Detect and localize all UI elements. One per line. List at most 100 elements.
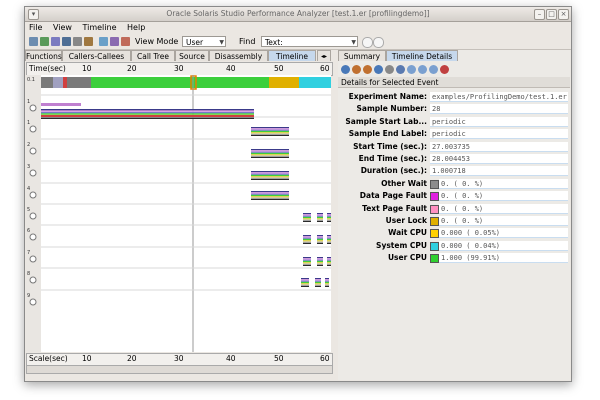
time-ruler: Time(sec) 10 20 30 40 50 60 — [26, 62, 333, 76]
detail-row: Sample Number: 28 — [338, 104, 570, 115]
event-stack-segment — [325, 280, 329, 282]
event-stack-segment — [325, 283, 329, 285]
expand-row-icon[interactable] — [29, 125, 37, 133]
mapping-icon[interactable] — [121, 37, 130, 46]
tab-summary[interactable]: Summary — [338, 50, 386, 61]
tab-source[interactable]: Source — [175, 50, 209, 61]
expand-row-icon[interactable] — [29, 233, 37, 241]
state-value[interactable]: 0. ( 0. %) — [439, 203, 568, 214]
tab-timeline[interactable]: Timeline — [268, 50, 316, 61]
step-up-icon[interactable] — [352, 65, 361, 74]
event-stack-segment — [317, 263, 323, 265]
compare-icon[interactable] — [40, 37, 49, 46]
row-label: 5 — [27, 207, 30, 213]
step-forward-icon[interactable] — [374, 65, 383, 74]
settings-icon[interactable] — [99, 37, 108, 46]
detail-value[interactable]: examples/ProfilingDemo/test.1.er — [430, 92, 568, 102]
expand-row-icon[interactable] — [29, 276, 37, 284]
menu-help[interactable]: Help — [127, 22, 145, 34]
event-stack-segment — [315, 285, 321, 287]
event-stack-segment — [325, 281, 329, 284]
event-stack-segment — [315, 278, 321, 280]
open-experiment-icon[interactable] — [29, 37, 38, 46]
event-stack-segment — [327, 219, 331, 221]
expand-row-icon[interactable] — [29, 212, 37, 220]
detail-value[interactable]: 28.004453 — [430, 154, 568, 164]
state-color-swatch — [430, 241, 439, 251]
step-back-icon[interactable] — [341, 65, 350, 74]
find-input[interactable]: Text: ▼ — [261, 36, 358, 47]
event-stack-segment — [251, 173, 289, 175]
menu-view[interactable]: View — [53, 22, 72, 34]
detail-value[interactable]: periodic — [430, 116, 568, 127]
view-mode-select[interactable]: User ▼ — [182, 36, 226, 47]
timeline-canvas[interactable] — [41, 75, 331, 352]
detail-value[interactable]: 1.000718 — [430, 166, 568, 177]
state-color-swatch — [430, 229, 439, 239]
tab-callers-callees[interactable]: Callers-Callees — [62, 50, 131, 61]
event-stack-segment — [327, 216, 331, 219]
zoom-fit-icon[interactable] — [429, 65, 438, 74]
detail-row: End Time (sec.): 28.004453 — [338, 154, 570, 165]
state-row: User CPU 1.000 (99.91%) — [338, 253, 570, 264]
expand-row-icon[interactable] — [29, 191, 37, 199]
tab-scroll-arrows[interactable]: ◂▸ — [317, 50, 331, 61]
tab-timeline-details[interactable]: Timeline Details — [386, 50, 458, 61]
close-icon[interactable]: × — [558, 9, 569, 20]
export-icon[interactable] — [84, 37, 93, 46]
event-stack-segment — [251, 130, 289, 133]
zoom-in-icon[interactable] — [407, 65, 416, 74]
scale-tick: 10 — [82, 354, 92, 363]
state-value[interactable]: 0.000 ( 0.05%) — [439, 228, 568, 239]
state-value[interactable]: 0. ( 0. %) — [439, 178, 568, 189]
event-stack-segment — [301, 285, 309, 287]
zoom-out-icon[interactable] — [418, 65, 427, 74]
tab-disassembly[interactable]: Disassembly — [209, 50, 268, 61]
event-stack-segment — [41, 110, 254, 112]
reset-icon[interactable] — [396, 65, 405, 74]
detail-value[interactable]: periodic — [430, 129, 568, 140]
event-stack-segment — [303, 264, 311, 266]
expand-row-icon[interactable] — [29, 298, 37, 306]
tab-functions[interactable]: Functions — [25, 50, 62, 61]
event-stack-segment — [301, 279, 309, 281]
row-label: 0.1 — [27, 77, 35, 83]
menu-file[interactable]: File — [29, 22, 42, 34]
save-icon[interactable] — [62, 37, 71, 46]
event-stack-segment — [303, 258, 311, 260]
menu-timeline[interactable]: Timeline — [82, 22, 116, 34]
horizontal-scrollbar[interactable] — [26, 365, 333, 374]
detail-value[interactable]: 28 — [430, 104, 568, 115]
event-stack-segment — [303, 235, 311, 237]
find-previous-icon[interactable] — [362, 37, 373, 48]
detail-value[interactable]: 27.003735 — [430, 141, 568, 152]
unzoom-icon[interactable] — [385, 65, 394, 74]
scale-tick: 60 — [320, 354, 330, 363]
event-stack-segment — [303, 242, 311, 244]
details-header: Details for Selected Event — [338, 77, 570, 88]
event-stack-segment — [303, 263, 311, 265]
filter-icon[interactable] — [110, 37, 119, 46]
find-label: Find — [239, 37, 256, 46]
tab-call-tree[interactable]: Call Tree — [131, 50, 175, 61]
event-stack-segment — [327, 259, 331, 261]
maximize-icon[interactable]: □ — [546, 9, 557, 20]
expand-row-icon[interactable] — [29, 169, 37, 177]
state-value[interactable]: 0.000 ( 0.04%) — [439, 240, 568, 251]
state-value[interactable]: 0. ( 0. %) — [439, 191, 568, 202]
state-value[interactable]: 0. ( 0. %) — [439, 216, 568, 226]
collect-icon[interactable] — [51, 37, 60, 46]
expand-row-icon[interactable] — [29, 255, 37, 263]
chevron-down-icon: ▼ — [219, 39, 224, 46]
find-next-icon[interactable] — [373, 37, 384, 48]
ruler-tick: 30 — [174, 64, 184, 73]
expand-row-icon[interactable] — [29, 147, 37, 155]
minimize-icon[interactable]: – — [534, 9, 545, 20]
step-down-icon[interactable] — [363, 65, 372, 74]
state-value[interactable]: 1.000 (99.91%) — [439, 253, 568, 264]
sample-bar-segment — [41, 77, 53, 88]
event-stack-segment — [317, 235, 323, 237]
zoom-reset-icon[interactable] — [440, 65, 449, 74]
print-icon[interactable] — [73, 37, 82, 46]
expand-row-icon[interactable] — [29, 104, 37, 112]
